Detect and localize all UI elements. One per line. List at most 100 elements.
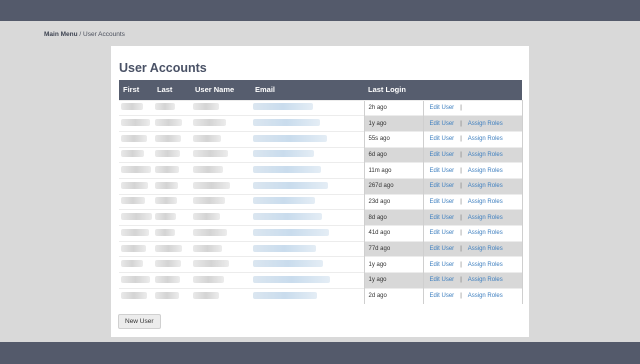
redacted-value: [121, 260, 143, 268]
first-name-cell: [119, 130, 153, 148]
user-name-cell: [191, 225, 251, 242]
last-name-cell: [153, 162, 191, 179]
redacted-value: [121, 228, 149, 236]
redacted-value: [193, 119, 226, 127]
redacted-value: [155, 119, 182, 127]
table-row: 1y ago Edit User | Assign Roles: [119, 256, 523, 273]
first-name-cell: [119, 177, 153, 195]
actions-cell: Edit User | Assign Roles: [422, 287, 523, 304]
redacted-value: [121, 244, 146, 252]
edit-user-link[interactable]: Edit User: [430, 293, 455, 299]
column-header-last[interactable]: Last: [153, 80, 191, 100]
edit-user-link[interactable]: Edit User: [430, 105, 455, 111]
action-separator: |: [460, 120, 462, 127]
edit-user-link[interactable]: Edit User: [430, 121, 455, 127]
redacted-value: [253, 119, 320, 127]
edit-user-link[interactable]: Edit User: [430, 215, 455, 221]
assign-roles-link[interactable]: Assign Roles: [468, 262, 503, 268]
action-separator: |: [460, 293, 462, 300]
action-separator: |: [460, 277, 462, 284]
edit-user-link[interactable]: Edit User: [430, 183, 455, 189]
redacted-value: [155, 134, 181, 142]
redacted-value: [121, 197, 145, 205]
assign-roles-link[interactable]: Assign Roles: [468, 246, 503, 252]
assign-roles-link[interactable]: Assign Roles: [468, 215, 503, 221]
user-name-cell: [191, 162, 251, 179]
edit-user-link[interactable]: Edit User: [430, 152, 455, 158]
table-row: 2d ago Edit User | Assign Roles: [119, 287, 523, 304]
last-login-cell: 6d ago: [363, 146, 423, 163]
assign-roles-link[interactable]: Assign Roles: [468, 199, 503, 205]
action-separator: |: [460, 230, 462, 237]
breadcrumb-main-menu-link[interactable]: Main Menu: [44, 31, 78, 38]
email-cell: [251, 272, 364, 289]
last-login-cell: 55s ago: [363, 130, 423, 148]
redacted-value: [193, 228, 227, 236]
last-login-cell: 1y ago: [363, 115, 423, 132]
redacted-value: [193, 166, 223, 174]
actions-cell: Edit User | Assign Roles: [422, 240, 523, 257]
assign-roles-link[interactable]: Assign Roles: [468, 121, 503, 127]
new-user-button[interactable]: New User: [118, 314, 161, 329]
edit-user-link[interactable]: Edit User: [430, 199, 455, 205]
column-header-last-login[interactable]: Last Login: [364, 80, 423, 100]
redacted-value: [121, 213, 152, 221]
redacted-value: [193, 213, 220, 221]
edit-user-link[interactable]: Edit User: [430, 277, 455, 283]
column-header-email[interactable]: Email: [251, 80, 364, 100]
user-name-cell: [191, 115, 251, 132]
redacted-value: [155, 213, 176, 221]
table-header-row: First Last User Name Email Last Login: [119, 80, 522, 100]
last-login-cell: 23d ago: [363, 193, 423, 210]
table-row: 55s ago Edit User | Assign Roles: [119, 130, 523, 148]
assign-roles-link[interactable]: Assign Roles: [468, 293, 503, 299]
column-header-first[interactable]: First: [119, 80, 153, 100]
user-name-cell: [191, 272, 251, 289]
table-row: 6d ago Edit User | Assign Roles: [119, 146, 523, 163]
first-name-cell: [119, 240, 153, 257]
redacted-value: [253, 166, 321, 174]
assign-roles-link[interactable]: Assign Roles: [468, 277, 503, 283]
redacted-value: [253, 291, 317, 299]
edit-user-link[interactable]: Edit User: [430, 168, 455, 174]
redacted-value: [253, 213, 322, 221]
action-separator: |: [460, 136, 462, 143]
redacted-value: [155, 103, 175, 111]
action-separator: |: [460, 183, 462, 190]
breadcrumb: Main Menu / User Accounts: [44, 31, 125, 38]
assign-roles-link[interactable]: Assign Roles: [468, 136, 503, 142]
last-name-cell: [153, 240, 191, 257]
edit-user-link[interactable]: Edit User: [430, 230, 455, 236]
email-cell: [251, 177, 364, 195]
redacted-value: [253, 103, 313, 111]
column-header-user-name[interactable]: User Name: [191, 80, 251, 100]
edit-user-link[interactable]: Edit User: [430, 262, 455, 268]
user-name-cell: [191, 209, 251, 226]
last-name-cell: [153, 193, 191, 210]
assign-roles-link[interactable]: Assign Roles: [468, 230, 503, 236]
last-login-cell: 267d ago: [363, 177, 423, 195]
table-row: 8d ago Edit User | Assign Roles: [119, 209, 523, 226]
assign-roles-link[interactable]: Assign Roles: [468, 152, 503, 158]
breadcrumb-current: User Accounts: [83, 31, 125, 38]
redacted-value: [121, 275, 150, 283]
redacted-value: [121, 119, 150, 127]
edit-user-link[interactable]: Edit User: [430, 246, 455, 252]
user-name-cell: [191, 146, 251, 163]
redacted-value: [155, 181, 178, 189]
user-name-cell: [191, 130, 251, 148]
last-login-cell: 1y ago: [363, 272, 423, 289]
redacted-value: [121, 291, 147, 299]
edit-user-link[interactable]: Edit User: [430, 136, 455, 142]
user-name-cell: [191, 99, 251, 116]
redacted-value: [155, 197, 177, 205]
last-login-cell: 8d ago: [363, 209, 423, 226]
assign-roles-link[interactable]: Assign Roles: [468, 168, 503, 174]
redacted-value: [193, 260, 229, 268]
redacted-value: [193, 291, 219, 299]
redacted-value: [155, 166, 179, 174]
last-login-cell: 1y ago: [363, 256, 423, 273]
email-cell: [251, 225, 364, 242]
email-cell: [251, 162, 364, 179]
assign-roles-link[interactable]: Assign Roles: [468, 183, 503, 189]
